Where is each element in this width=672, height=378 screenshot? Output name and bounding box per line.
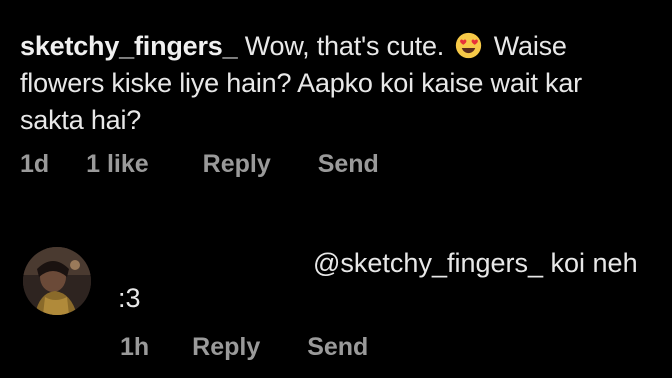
comment-reply-button[interactable]: Reply: [203, 150, 271, 179]
comment-line-1: sketchy_fingers_ Wow, that's cute. Waise: [20, 28, 672, 65]
avatar[interactable]: [23, 247, 91, 315]
comment-line-2: flowers kiske liye hain? Aapko koi kaise…: [20, 68, 582, 98]
reply-text-line-2: :3: [118, 283, 141, 313]
comment-line-3: sakta hai?: [20, 105, 142, 135]
comment: sketchy_fingers_ Wow, that's cute. Waise…: [20, 28, 672, 139]
reply-text-line-1: @sketchy_fingers_ koi neh: [313, 248, 638, 278]
comment-text-part-2: Waise: [493, 31, 567, 61]
comment-like-count[interactable]: 1 like: [86, 150, 149, 179]
reply-send-button[interactable]: Send: [307, 333, 368, 362]
avatar-image: [23, 247, 91, 315]
comment-timestamp: 1d: [20, 150, 50, 178]
reply-reply-button[interactable]: Reply: [192, 333, 260, 362]
comment-username[interactable]: sketchy_fingers_: [20, 31, 238, 61]
heart-eyes-emoji-icon: [456, 32, 482, 59]
reply-actions: 1h Reply Send: [120, 333, 368, 362]
comment-text-part-1: Wow, that's cute.: [244, 31, 445, 61]
comment-actions: 1d 1 like Reply Send: [20, 150, 379, 179]
comment-send-button[interactable]: Send: [318, 150, 379, 179]
reply-timestamp: 1h: [120, 333, 150, 361]
